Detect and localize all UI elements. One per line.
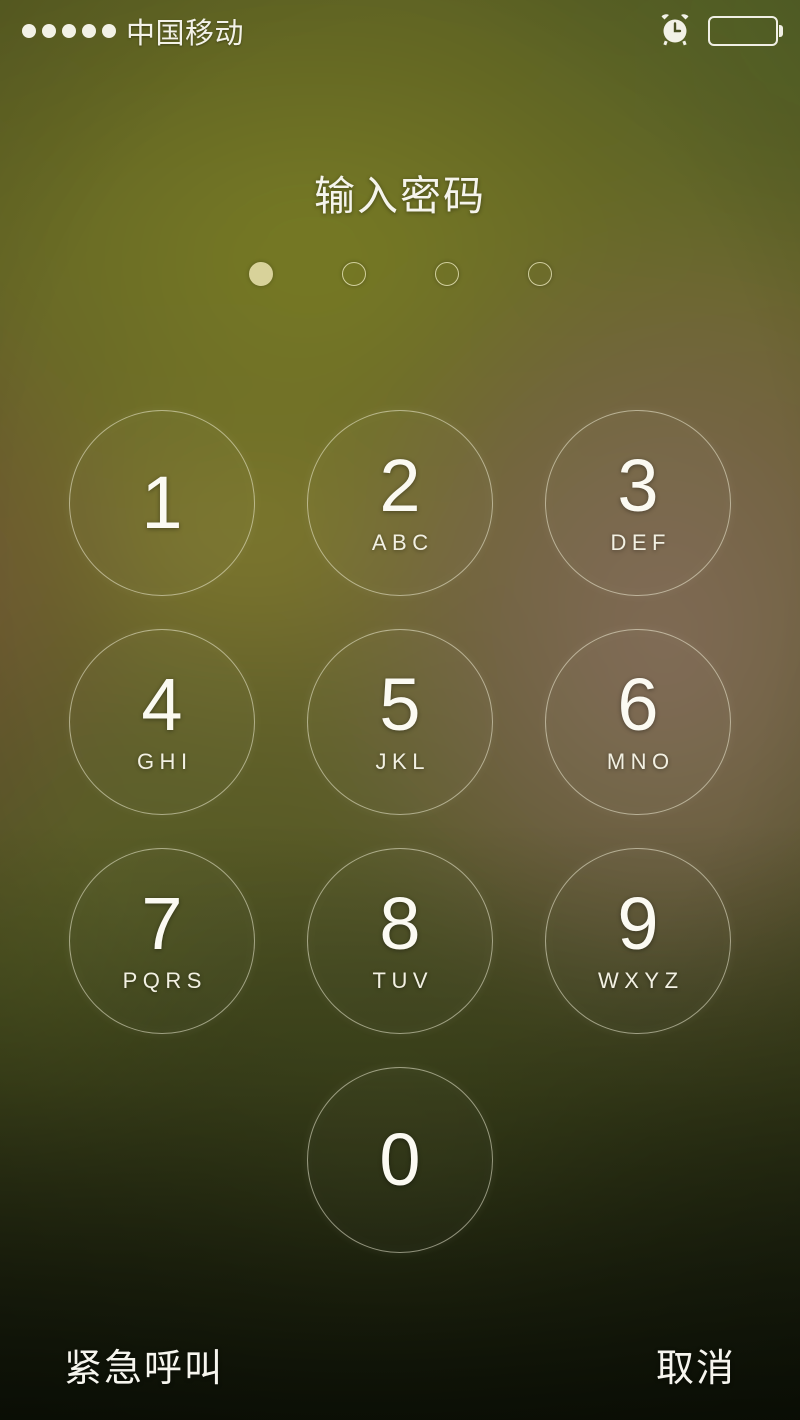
keypad-row-4: 0 — [69, 1067, 731, 1253]
signal-dot — [22, 24, 36, 38]
key-digit: 7 — [141, 888, 182, 959]
key-letters: JKL — [376, 749, 430, 775]
keypad-row-3: 7 PQRS 8 TUV 9 WXYZ — [69, 848, 731, 1034]
carrier-label: 中国移动 — [126, 10, 244, 52]
passcode-title: 输入密码 — [0, 162, 800, 222]
keypad-key-4[interactable]: 4 GHI — [69, 629, 255, 815]
key-digit: 4 — [141, 669, 182, 740]
cancel-button[interactable]: 取消 — [656, 1337, 736, 1392]
alarm-clock-icon — [658, 12, 692, 51]
key-digit: 2 — [379, 450, 420, 521]
bottom-action-bar: 紧急呼叫 取消 — [0, 1337, 800, 1392]
keypad-key-9[interactable]: 9 WXYZ — [545, 848, 731, 1034]
keypad-key-7[interactable]: 7 PQRS — [69, 848, 255, 1034]
key-letters: GHI — [137, 749, 193, 775]
key-digit: 1 — [141, 466, 182, 540]
key-digit: 3 — [617, 450, 658, 521]
keypad-row-2: 4 GHI 5 JKL 6 MNO — [69, 629, 731, 815]
signal-dot — [102, 24, 116, 38]
passcode-dots — [0, 262, 800, 286]
key-digit: 5 — [379, 669, 420, 740]
passcode-dot-2 — [342, 262, 366, 286]
signal-dot — [62, 24, 76, 38]
key-digit: 9 — [617, 888, 658, 959]
passcode-dot-3 — [435, 262, 459, 286]
keypad-key-3[interactable]: 3 DEF — [545, 410, 731, 596]
keypad-key-5[interactable]: 5 JKL — [307, 629, 493, 815]
signal-strength-icon — [22, 24, 116, 38]
numeric-keypad: 1 2 ABC 3 DEF 4 GHI 5 JKL 6 MN — [69, 410, 731, 1286]
status-bar-left: 中国移动 — [22, 10, 244, 52]
key-letters: WXYZ — [598, 968, 684, 994]
key-letters: TUV — [373, 968, 434, 994]
status-bar-right — [658, 12, 778, 51]
signal-dot — [42, 24, 56, 38]
keypad-key-8[interactable]: 8 TUV — [307, 848, 493, 1034]
key-letters: PQRS — [123, 968, 207, 994]
passcode-dot-4 — [528, 262, 552, 286]
keypad-key-2[interactable]: 2 ABC — [307, 410, 493, 596]
keypad-key-6[interactable]: 6 MNO — [545, 629, 731, 815]
key-digit: 6 — [617, 669, 658, 740]
status-bar: 中国移动 — [0, 0, 800, 62]
key-letters: ABC — [372, 530, 434, 556]
lock-screen: 中国移动 输入密码 — [0, 0, 800, 1420]
battery-full-icon — [708, 16, 778, 46]
key-digit: 0 — [379, 1123, 420, 1197]
keypad-key-0[interactable]: 0 — [307, 1067, 493, 1253]
keypad-row-1: 1 2 ABC 3 DEF — [69, 410, 731, 596]
key-letters: DEF — [611, 530, 672, 556]
key-digit: 8 — [379, 888, 420, 959]
key-letters: MNO — [607, 749, 675, 775]
signal-dot — [82, 24, 96, 38]
passcode-dot-1 — [249, 262, 273, 286]
keypad-key-1[interactable]: 1 — [69, 410, 255, 596]
emergency-call-button[interactable]: 紧急呼叫 — [64, 1337, 224, 1392]
